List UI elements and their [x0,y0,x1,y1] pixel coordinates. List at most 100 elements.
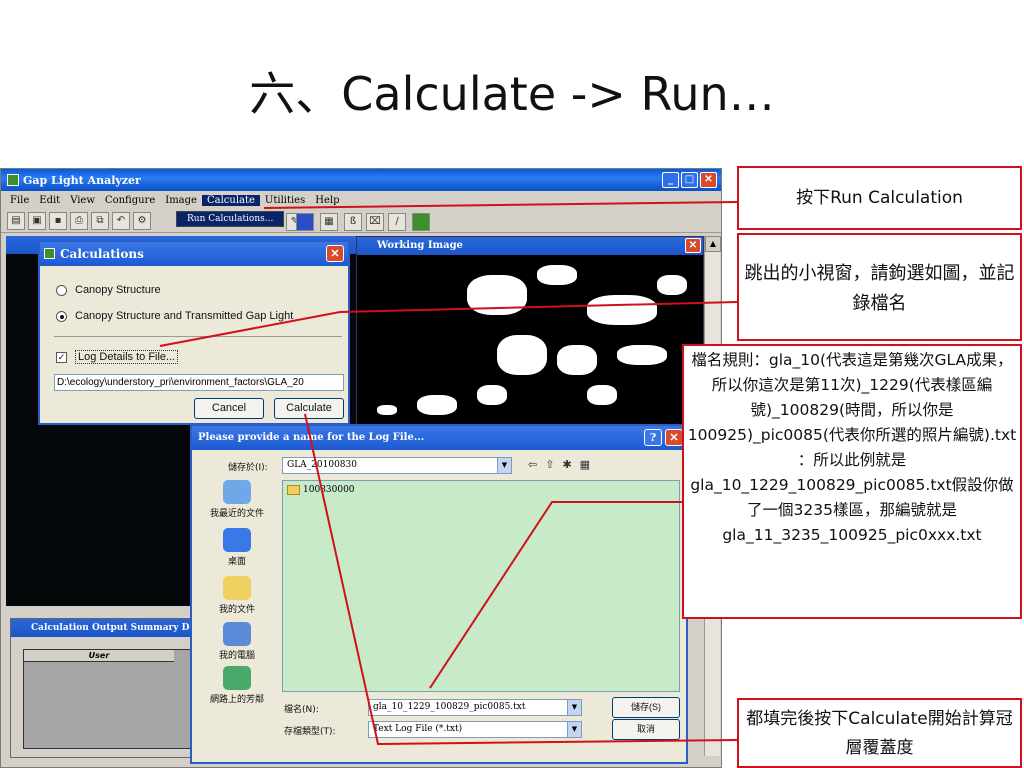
open-file-icon[interactable]: ▣ [28,211,46,230]
menu-edit[interactable]: Edit [34,195,65,206]
filename-input[interactable]: gla_10_1229_100829_pic0085.txt ▼ [368,699,582,716]
cancel-button[interactable]: 取消 [612,719,680,740]
close-icon[interactable]: ✕ [665,429,683,446]
menubar: File Edit View Configure Image Calculate… [1,191,721,209]
working-image-title: Working Image [377,240,463,251]
desktop-icon [223,528,251,552]
folder-item[interactable]: 100830000 [287,485,355,495]
run-calculations-menu-item[interactable]: Run Calculations... [176,211,285,227]
scroll-up-icon[interactable]: ▲ [705,236,721,252]
folder-icon [287,485,300,495]
summary-titlebar: Calculation Output Summary Da [11,619,199,637]
minimize-icon[interactable]: _ [662,172,679,188]
run-icon[interactable]: ⚙ [133,211,151,230]
folder-item-label: 100830000 [303,485,355,495]
close-icon[interactable]: ✕ [685,238,701,253]
summary-title: Calculation Output Summary Da [31,623,196,633]
tool-icon-e[interactable]: ⌧ [366,213,384,231]
working-image-titlebar: Working Image ✕ [357,237,703,255]
folder-nav-toolbar: ⇦ ⇧ ✱ ▦ [528,458,590,471]
place-my-computer[interactable]: 我的電腦 [200,622,274,661]
save-icon[interactable]: ▪ [49,211,67,230]
save-dialog-titlebar: Please provide a name for the Log File..… [192,426,686,450]
filetype-value: Text Log File (*.txt) [373,724,463,734]
callout-popup-instructions: 跳出的小視窗，請鉤選如圖，並記錄檔名 [737,233,1022,341]
help-icon[interactable]: ? [644,429,662,446]
filename-value: gla_10_1229_100829_pic0085.txt [373,702,526,712]
app-titlebar: Gap Light Analyzer _ □ ✕ [1,169,721,191]
save-in-value: GLA_20100830 [287,460,357,470]
log-path-field[interactable]: D:\ecology\understory_pri\environment_fa… [54,374,344,391]
log-details-label: Log Details to File... [75,350,179,364]
places-bar: 我最近的文件 桌面 我的文件 我的電腦 網路上的芳鄰 [200,480,274,705]
log-details-option[interactable]: ✓ Log Details to File... [56,350,179,364]
save-in-label: 儲存於(I): [228,463,268,473]
canopy-structure-option[interactable]: Canopy Structure [56,284,161,296]
save-dialog-title: Please provide a name for the Log File..… [198,432,425,443]
filetype-select[interactable]: Text Log File (*.txt) ▼ [368,721,582,738]
filetype-label: 存檔類型(T): [284,727,336,737]
open-folder-icon[interactable]: ▤ [7,211,25,230]
menu-utilities[interactable]: Utilities [260,195,310,206]
copy-icon[interactable]: ⧉ [91,211,109,230]
calculator-icon[interactable] [412,213,430,231]
canopy-gap-light-label: Canopy Structure and Transmitted Gap Lig… [75,310,294,322]
calculations-dialog: Calculations ✕ Canopy Structure Canopy S… [38,240,350,425]
tool-icon-f[interactable]: ∕ [388,213,406,231]
log-details-checkbox[interactable]: ✓ [56,351,67,363]
calculation-output-summary-window: Calculation Output Summary Da User [10,618,200,758]
menu-view[interactable]: View [65,195,100,206]
tool-icon-b[interactable] [296,213,314,231]
my-computer-icon [223,622,251,646]
place-recent[interactable]: 我最近的文件 [200,480,274,519]
chevron-down-icon[interactable]: ▼ [567,722,581,737]
radio-canopy-structure[interactable] [56,284,67,296]
callout-run-calculation: 按下Run Calculation [737,166,1022,230]
place-my-documents[interactable]: 我的文件 [200,576,274,615]
canopy-structure-label: Canopy Structure [75,284,161,296]
maximize-icon[interactable]: □ [681,172,698,188]
canopy-gap-light-option[interactable]: Canopy Structure and Transmitted Gap Lig… [56,310,293,322]
menu-file[interactable]: File [5,195,34,206]
callout-press-calculate: 都填完後按下Calculate開始計算冠層覆蓋度 [737,698,1022,768]
summary-grid[interactable]: User [23,649,198,749]
file-list[interactable]: 100830000 [282,480,680,692]
recent-documents-icon [223,480,251,504]
app-title: Gap Light Analyzer [23,173,141,187]
place-my-documents-label: 我的文件 [218,605,255,615]
place-my-computer-label: 我的電腦 [218,651,255,661]
place-network-label: 網路上的芳鄰 [209,695,264,705]
close-icon[interactable]: ✕ [700,172,717,188]
network-places-icon [223,666,251,690]
app-icon [7,174,19,186]
menu-configure[interactable]: Configure [100,195,160,206]
menu-image[interactable]: Image [160,195,202,206]
my-documents-icon [223,576,251,600]
filename-label: 檔名(N): [284,705,319,715]
save-log-dialog: Please provide a name for the Log File..… [190,424,688,764]
back-icon[interactable]: ⇦ [528,458,537,471]
up-folder-icon[interactable]: ⇧ [545,458,554,471]
cancel-button[interactable]: Cancel [194,398,264,419]
radio-canopy-gap-light[interactable] [56,310,67,322]
menu-help[interactable]: Help [310,195,344,206]
tool-icon-d[interactable]: ß [344,213,362,231]
save-button[interactable]: 儲存(S) [612,697,680,718]
calculations-title: Calculations [60,247,144,261]
summary-header-user: User [24,650,174,662]
save-in-select[interactable]: GLA_20100830 ▼ [282,457,512,474]
tool-icon-c[interactable]: ▦ [320,213,338,231]
chevron-down-icon[interactable]: ▼ [567,700,581,715]
view-menu-icon[interactable]: ▦ [580,458,590,471]
calculator-icon [44,248,55,259]
undo-icon[interactable]: ↶ [112,211,130,230]
divider [54,336,342,337]
chevron-down-icon[interactable]: ▼ [497,458,511,473]
close-icon[interactable]: ✕ [326,245,344,262]
menu-calculate[interactable]: Calculate [201,194,260,206]
print-icon[interactable]: ⎙ [70,211,88,230]
calculate-button[interactable]: Calculate [274,398,344,419]
new-folder-icon[interactable]: ✱ [562,458,571,471]
place-network[interactable]: 網路上的芳鄰 [200,666,274,705]
place-desktop[interactable]: 桌面 [200,528,274,567]
